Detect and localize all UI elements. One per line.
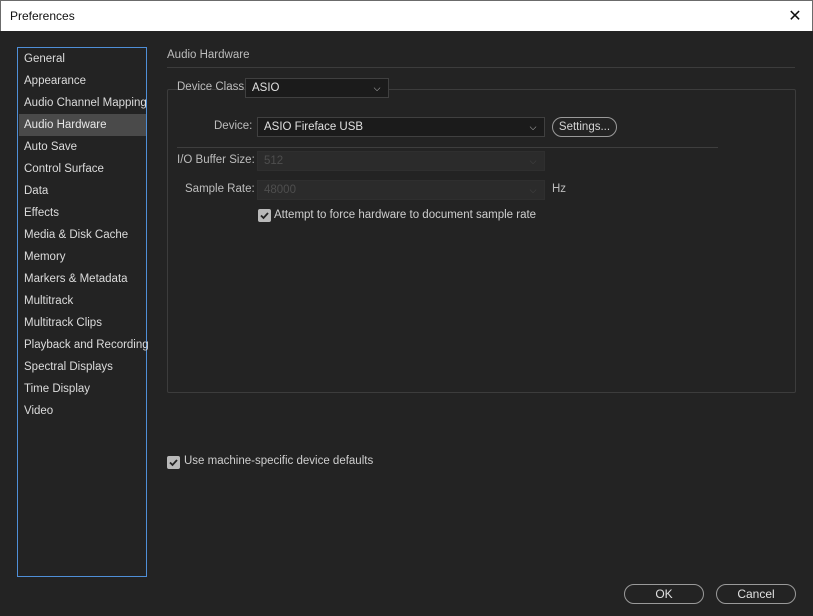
sidebar-item-audio-channel-mapping[interactable]: Audio Channel Mapping	[19, 92, 147, 114]
window-title: Preferences	[10, 9, 75, 23]
machine-defaults-label: Use machine-specific device defaults	[184, 455, 374, 467]
sample-rate-value: 48000	[264, 184, 296, 196]
device-label: Device:	[214, 120, 253, 132]
sidebar-item-control-surface[interactable]: Control Surface	[19, 158, 146, 180]
sidebar-item-playback-recording[interactable]: Playback and Recording	[19, 334, 149, 356]
sidebar-item-multitrack[interactable]: Multitrack	[19, 290, 146, 312]
close-icon[interactable]: ✕	[778, 1, 812, 31]
sidebar-item-audio-hardware[interactable]: Audio Hardware	[19, 114, 146, 136]
chevron-down-icon: ⌵	[373, 83, 381, 93]
sidebar-item-memory[interactable]: Memory	[19, 246, 146, 268]
sidebar-item-multitrack-clips[interactable]: Multitrack Clips	[19, 312, 146, 334]
device-value: ASIO Fireface USB	[264, 121, 364, 133]
sidebar-item-video[interactable]: Video	[19, 400, 146, 422]
ok-button[interactable]: OK	[624, 584, 704, 604]
sidebar-item-auto-save[interactable]: Auto Save	[19, 136, 146, 158]
cancel-button[interactable]: Cancel	[716, 584, 796, 604]
sidebar-item-data[interactable]: Data	[19, 180, 146, 202]
sidebar-item-media-disk-cache[interactable]: Media & Disk Cache	[19, 224, 146, 246]
chevron-down-icon: ⌵	[529, 156, 537, 166]
sidebar-item-time-display[interactable]: Time Display	[19, 378, 146, 400]
buffer-size-value: 512	[264, 155, 284, 167]
sidebar-item-markers-metadata[interactable]: Markers & Metadata	[19, 268, 146, 290]
checkmark-icon	[169, 459, 178, 467]
buffer-size-label: I/O Buffer Size:	[177, 154, 255, 166]
sidebar-item-spectral-displays[interactable]: Spectral Displays	[19, 356, 146, 378]
sidebar-item-appearance[interactable]: Appearance	[19, 70, 146, 92]
category-list: General Appearance Audio Channel Mapping…	[17, 47, 149, 577]
sample-rate-label: Sample Rate:	[185, 183, 255, 195]
device-class-value: ASIO	[252, 82, 280, 94]
sidebar-item-effects[interactable]: Effects	[19, 202, 146, 224]
title-bar: Preferences ✕	[0, 0, 813, 31]
sample-rate-dropdown[interactable]: 48000 ⌵	[257, 180, 545, 200]
sample-rate-unit: Hz	[552, 183, 567, 195]
force-sample-rate-label: Attempt to force hardware to document sa…	[274, 209, 537, 221]
force-sample-rate-checkbox[interactable]	[258, 209, 271, 222]
sidebar-item-general[interactable]: General	[19, 48, 146, 70]
device-dropdown[interactable]: ASIO Fireface USB ⌵	[257, 117, 545, 137]
settings-button[interactable]: Settings...	[552, 117, 617, 137]
checkmark-icon	[260, 212, 269, 220]
buffer-size-dropdown[interactable]: 512 ⌵	[257, 151, 545, 171]
section-divider	[167, 67, 795, 68]
chevron-down-icon: ⌵	[529, 185, 537, 195]
chevron-down-icon: ⌵	[529, 122, 537, 132]
machine-defaults-checkbox[interactable]	[167, 456, 180, 469]
section-title: Audio Hardware	[167, 49, 250, 61]
device-class-label: Device Class:	[177, 81, 248, 93]
device-class-dropdown[interactable]: ASIO ⌵	[245, 78, 389, 98]
device-divider	[177, 147, 718, 148]
